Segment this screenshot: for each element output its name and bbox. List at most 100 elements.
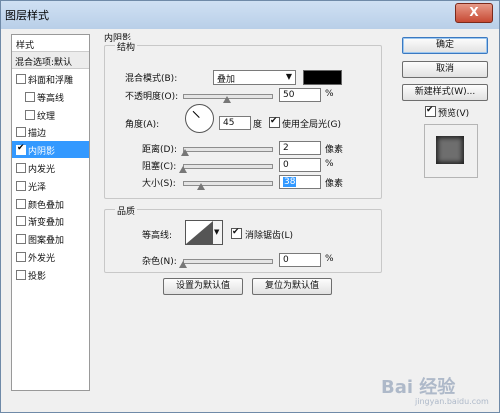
noise-input[interactable]: 0 [279,253,321,267]
global-light-label: 使用全局光(G) [282,120,341,130]
style-list: 样式 混合选项:默认 斜面和浮雕等高线纹理描边 ✔ 内阴影内发光光泽颜色叠加 渐变叠加… [11,34,90,391]
contour-picker[interactable] [185,220,214,245]
blending-options-label: 混合选项:默认 [15,58,73,68]
quality-group: 品质 等高线: ▼ ✔ 消除锯齿(L) 杂色(N): 0 % [104,204,382,273]
style-item-label: 等高线 [37,93,65,104]
style-item[interactable]: 等高线 [12,88,89,105]
size-label: 大小(S): [142,179,176,189]
blend-mode-label: 混合模式(B): [125,74,178,84]
preview-checkbox[interactable]: ✔ [425,105,436,117]
layer-style-dialog: 图层样式 X 样式 混合选项:默认 斜面和浮雕 等高线 纹理 描边 ✔ 内阴影 内发光 光泽颜… [0,0,500,413]
opacity-input[interactable]: 50 [279,88,321,102]
opacity-unit: % [325,89,334,99]
choke-label: 阻塞(C): [142,162,177,172]
style-item-checkbox[interactable] [16,163,26,173]
checkmark-icon: ✔ [17,143,25,154]
style-item-checkbox[interactable] [16,180,26,191]
choke-slider[interactable] [183,164,273,169]
style-item-checkbox[interactable] [16,234,26,245]
style-item[interactable]: 投影 [12,266,89,283]
reset-default-button[interactable]: 复位为默认值 [252,278,332,295]
dialog-body: 样式 混合选项:默认 斜面和浮雕 等高线 纹理 描边 ✔ 内阴影 内发光 光泽 颜色叠加 渐变叠加… [6,31,494,409]
noise-value: 0 [283,255,289,265]
contour-dropdown[interactable]: ▼ [213,220,223,245]
distance-input[interactable]: 2 [279,141,321,155]
angle-value: 45 [223,118,235,128]
preview-swatch [436,136,464,164]
style-item[interactable]: 外发光 [12,248,89,265]
style-item[interactable]: 纹理 [12,106,89,123]
antialias-checkbox[interactable]: ✔ [231,227,242,239]
style-item-label: 投影 [28,271,47,282]
blending-options-item[interactable]: 混合选项:默认 [12,52,89,69]
angle-unit: 度 [253,120,263,130]
ok-button[interactable]: 确定 [402,37,488,54]
chevron-down-icon: ▼ [214,228,220,236]
choke-unit: % [325,159,334,169]
size-input[interactable]: 38 [279,175,321,189]
baidu-watermark: Bai 经验 jingyan.baidu.com [381,373,489,406]
style-item-checkbox[interactable] [16,252,26,262]
style-item[interactable]: 渐变叠加 [12,212,89,229]
style-item[interactable]: 颜色叠加 [12,195,89,212]
distance-slider-thumb[interactable] [181,149,189,156]
angle-input[interactable]: 45 [219,116,251,130]
shadow-color-swatch[interactable] [303,70,342,85]
quality-legend: 品质 [115,204,138,217]
title-bar[interactable]: 图层样式 X [1,1,499,29]
style-item-label: 描边 [28,129,47,140]
blend-mode-select[interactable]: 叠加 ▼ [213,70,296,85]
choke-input[interactable]: 0 [279,158,321,172]
checkmark-icon: ✔ [426,105,434,115]
checkmark-icon: ✔ [232,227,240,237]
structure-group: 结构 混合模式(B): 叠加 ▼ 不透明度(O): 50 % 角度(A): 45… [104,40,382,199]
style-item-checkbox[interactable] [16,127,26,138]
distance-unit: 像素 [325,145,344,155]
style-item[interactable]: ✔ 内阴影 [12,141,89,159]
style-item-checkbox[interactable]: ✔ [16,143,26,156]
noise-slider[interactable] [183,259,273,264]
style-item-checkbox[interactable] [16,74,26,84]
style-item[interactable]: 光泽 [12,177,89,194]
choke-slider-thumb[interactable] [179,166,187,173]
style-item-checkbox[interactable] [25,91,35,102]
cancel-button[interactable]: 取消 [402,61,488,78]
style-item-label: 光泽 [28,182,47,193]
size-value: 38 [283,177,297,187]
checkmark-icon: ✔ [270,116,278,126]
style-item-label: 纹理 [37,111,56,122]
style-item[interactable]: 描边 [12,123,89,140]
style-item-checkbox[interactable] [25,109,35,120]
style-item[interactable]: 内发光 [12,159,89,176]
style-item-label: 内阴影 [28,147,56,158]
window-title: 图层样式 [5,9,49,22]
style-item-checkbox[interactable] [16,216,26,227]
new-style-button[interactable]: 新建样式(W)... [402,84,488,101]
global-light-checkbox[interactable]: ✔ [269,116,280,128]
make-default-button[interactable]: 设置为默认值 [163,278,243,295]
preview-label: 预览(V) [438,109,470,119]
close-button[interactable]: X [455,3,493,23]
noise-slider-thumb[interactable] [179,261,187,268]
size-unit: 像素 [325,179,344,189]
contour-curve-icon [186,221,213,244]
opacity-slider-thumb[interactable] [223,96,231,103]
angle-dial[interactable] [185,104,214,133]
opacity-value: 50 [283,90,295,100]
opacity-label: 不透明度(O): [125,92,179,102]
styles-header[interactable]: 样式 [12,35,89,52]
distance-label: 距离(D): [142,145,177,155]
style-item-label: 外发光 [28,254,56,264]
style-preview [424,124,478,178]
style-item-checkbox[interactable] [16,269,26,280]
style-item-checkbox[interactable] [16,198,26,209]
size-slider-thumb[interactable] [197,183,205,190]
style-item-label: 内发光 [28,165,56,175]
style-item[interactable]: 图案叠加 [12,230,89,247]
distance-value: 2 [283,143,289,153]
noise-unit: % [325,254,334,264]
distance-slider[interactable] [183,147,273,152]
angle-label: 角度(A): [125,120,160,130]
style-item-label: 颜色叠加 [28,200,65,211]
style-item[interactable]: 斜面和浮雕 [12,70,89,87]
